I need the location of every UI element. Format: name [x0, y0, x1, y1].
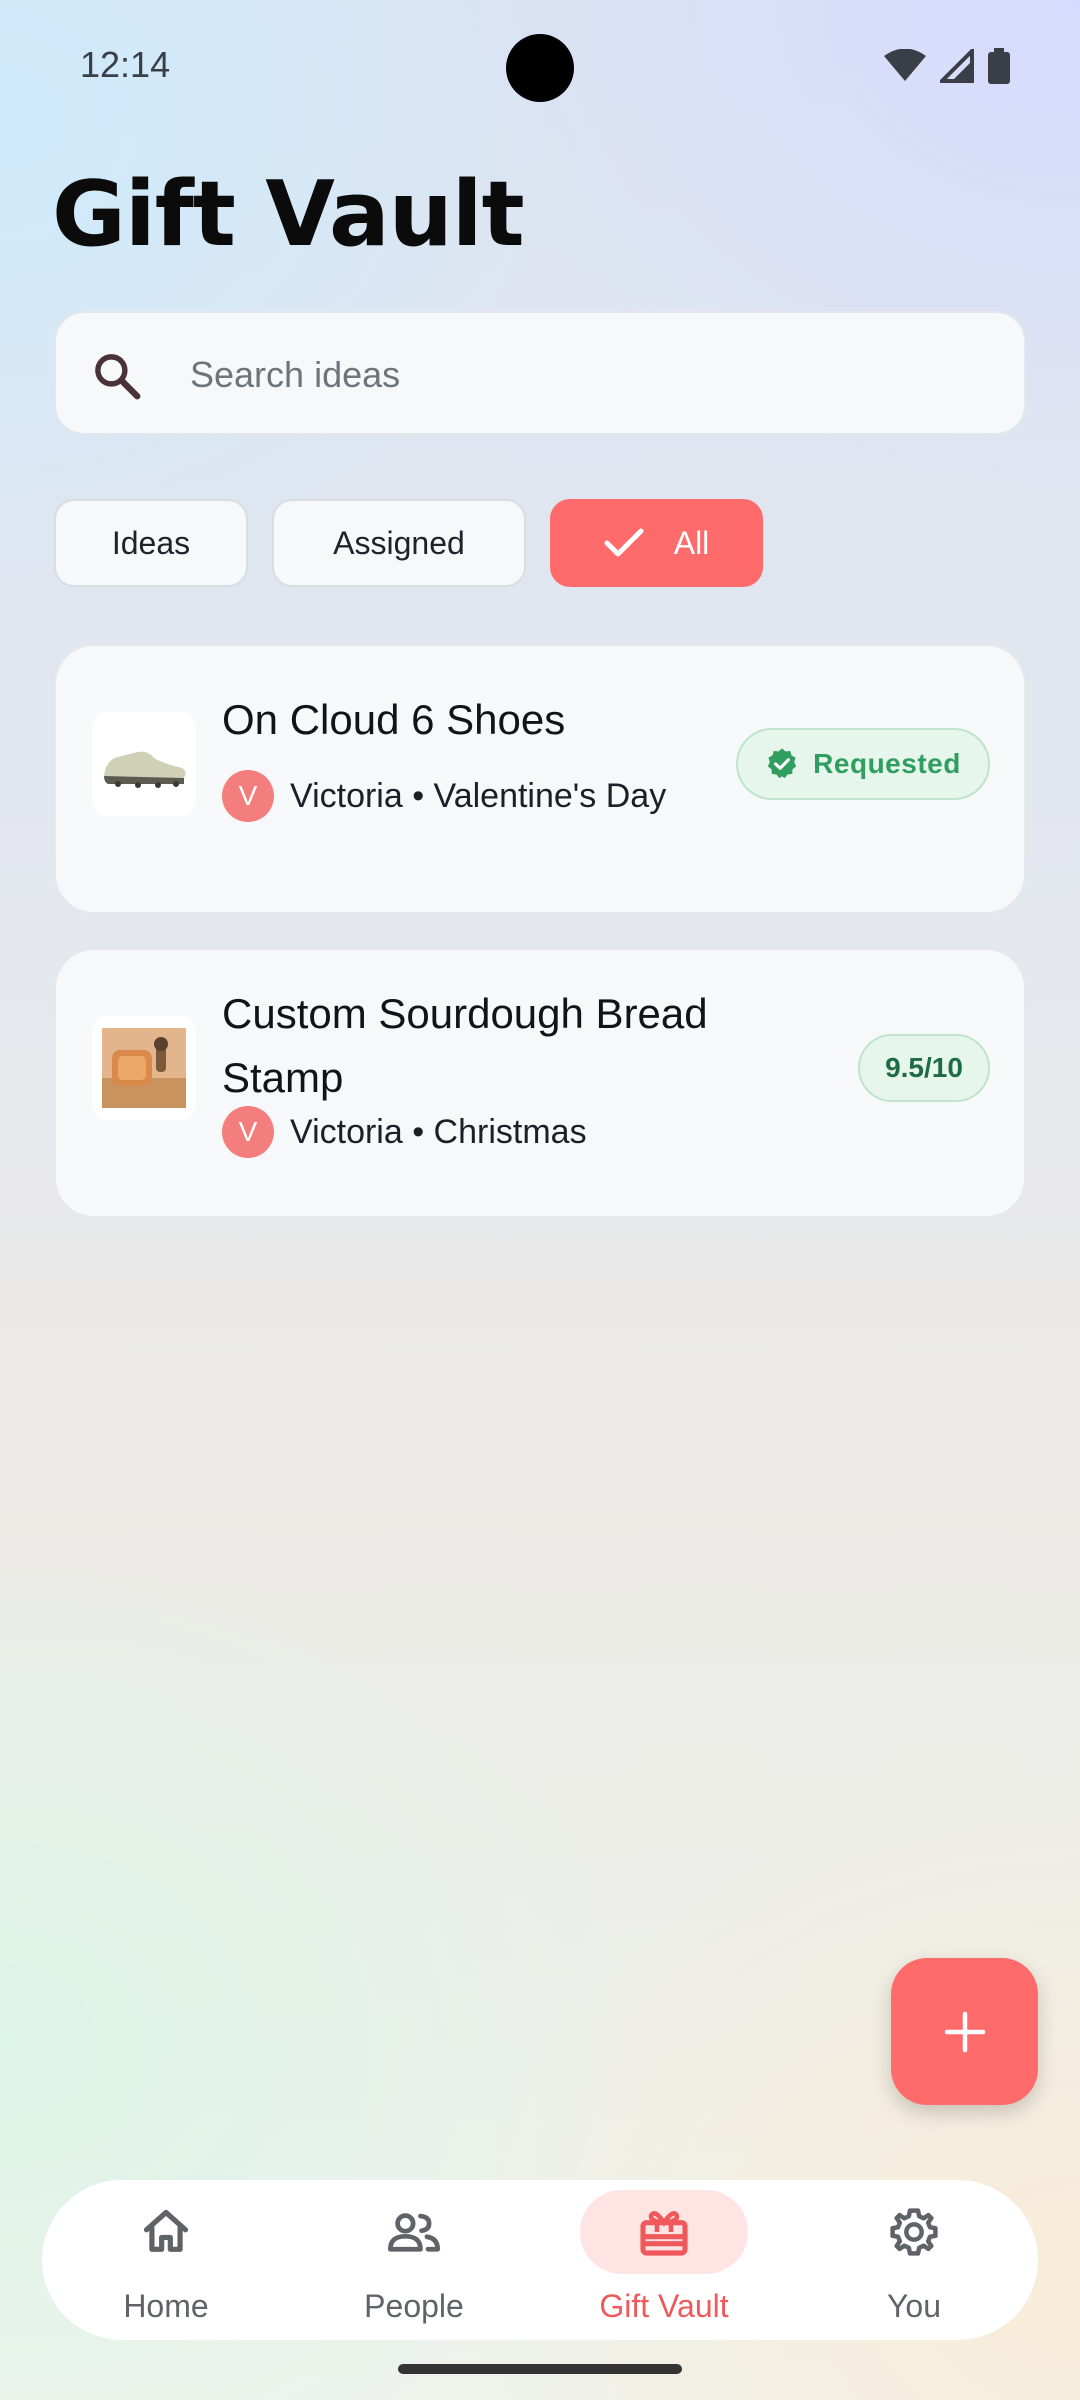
chip-all[interactable]: All — [550, 499, 763, 587]
home-indicator[interactable] — [398, 2364, 682, 2374]
nav-label: Home — [123, 2288, 209, 2324]
avatar: V — [222, 770, 274, 822]
people-icon — [387, 2213, 441, 2252]
filter-chips: Ideas Assigned All — [54, 499, 763, 587]
chip-ideas[interactable]: Ideas — [54, 499, 248, 587]
status-icons — [884, 48, 1010, 84]
chip-label: Ideas — [111, 524, 191, 561]
nav-icon-container — [330, 2190, 498, 2274]
signal-icon — [940, 49, 974, 83]
nav-icon-container — [830, 2190, 998, 2274]
avatar: V — [222, 1106, 274, 1158]
nav-item-people[interactable]: People — [314, 2180, 514, 2340]
bread-stamp-image — [92, 1016, 196, 1120]
nav-item-home[interactable]: Home — [66, 2180, 266, 2340]
gift-meta: V Victoria • Christmas — [222, 1106, 587, 1158]
gift-icon — [640, 2211, 688, 2256]
score-badge: 9.5/10 — [858, 1034, 990, 1102]
nav-item-gift-vault[interactable]: Gift Vault — [564, 2180, 764, 2340]
shoe-image — [92, 712, 196, 816]
search-icon — [95, 354, 141, 400]
gift-card[interactable]: On Cloud 6 Shoes V Victoria • Valentine'… — [54, 644, 1026, 914]
chip-assigned[interactable]: Assigned — [272, 499, 526, 587]
gift-meta-text: Victoria • Christmas — [290, 1112, 587, 1151]
camera-cutout — [506, 34, 574, 102]
battery-icon — [988, 48, 1010, 84]
wifi-icon — [884, 49, 926, 81]
verified-icon — [768, 748, 797, 779]
gift-title: Custom Sourdough Bread Stamp — [222, 990, 708, 1101]
nav-label: People — [364, 2288, 464, 2324]
plus-icon — [944, 2011, 985, 2052]
nav-icon-container — [580, 2190, 748, 2274]
gear-icon — [890, 2208, 938, 2256]
add-gift-button[interactable] — [891, 1958, 1038, 2105]
bottom-nav: Home People Gift Vault You — [42, 2180, 1038, 2340]
gift-meta: V Victoria • Valentine's Day — [222, 770, 666, 822]
page-title: Gift Vault — [52, 162, 525, 267]
status-time: 12:14 — [80, 44, 171, 85]
home-icon — [143, 2209, 189, 2252]
gift-card[interactable]: Custom Sourdough Bread Stamp V Victoria … — [54, 948, 1026, 1218]
nav-item-you[interactable]: You — [814, 2180, 1014, 2340]
gift-meta-text: Victoria • Valentine's Day — [290, 776, 667, 815]
gift-title: On Cloud 6 Shoes — [222, 696, 566, 743]
nav-label: Gift Vault — [599, 2288, 729, 2324]
status-badge: Requested — [736, 728, 990, 800]
search-input[interactable] — [188, 343, 992, 407]
nav-icon-container — [82, 2190, 250, 2274]
status-badge-label: Requested — [813, 748, 961, 779]
search-bar[interactable] — [54, 311, 1026, 435]
nav-label: You — [887, 2288, 941, 2324]
chip-label: All — [673, 524, 710, 561]
check-icon — [604, 528, 644, 557]
status-bar: 12:14 — [0, 0, 1080, 135]
chip-label: Assigned — [333, 524, 465, 561]
